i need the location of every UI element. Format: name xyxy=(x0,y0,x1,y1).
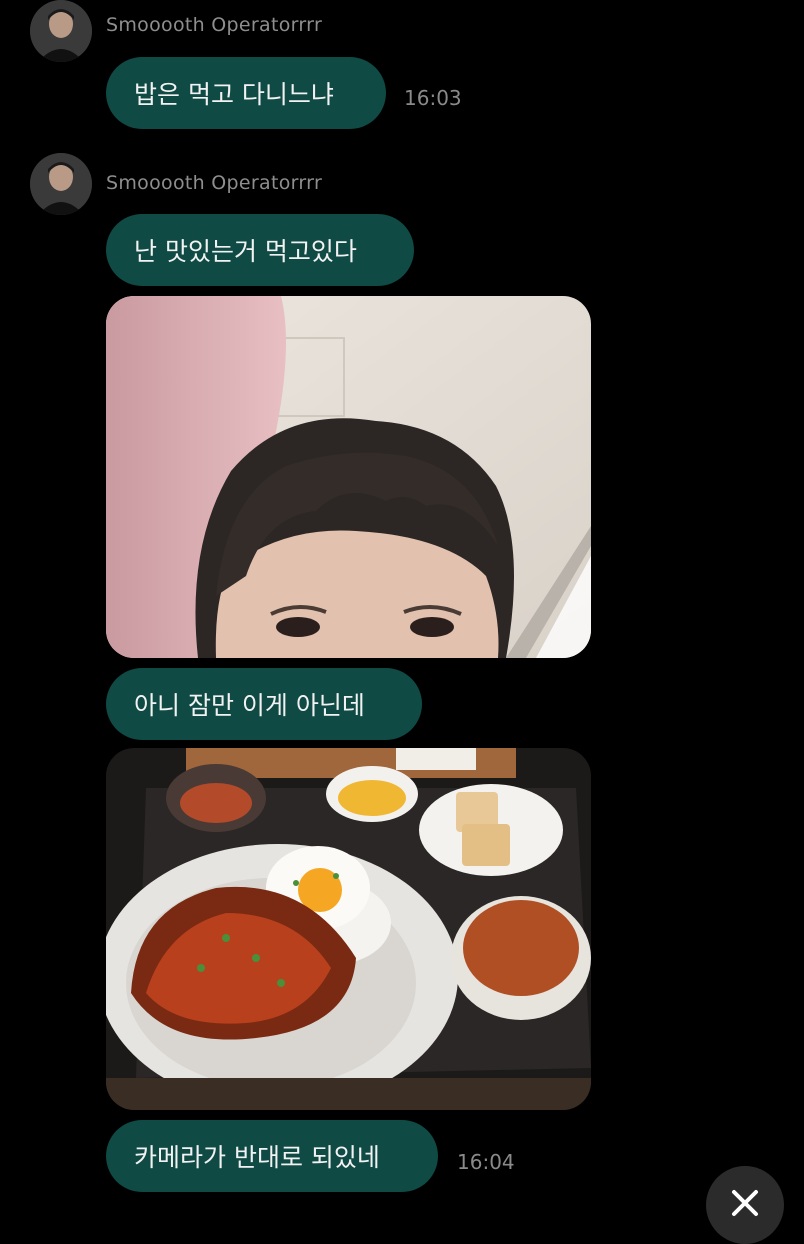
message-text: 난 맛있는거 먹고있다 xyxy=(134,237,357,266)
message-timestamp: 16:04 xyxy=(457,1150,515,1174)
message-bubble[interactable]: 난 맛있는거 먹고있다 xyxy=(106,214,414,286)
sender-name: Smooooth Operatorrrr xyxy=(106,172,323,194)
message-bubble[interactable]: 밥은 먹고 다니느냐 xyxy=(106,57,386,129)
message-text: 카메라가 반대로 되있네 xyxy=(134,1143,380,1172)
selfie-photo[interactable] xyxy=(106,296,591,658)
avatar[interactable] xyxy=(30,0,92,62)
avatar[interactable] xyxy=(30,153,92,215)
message-text: 밥은 먹고 다니느냐 xyxy=(134,80,334,109)
meal-photo[interactable] xyxy=(106,748,591,1110)
sender-name: Smooooth Operatorrrr xyxy=(106,14,323,36)
close-button[interactable] xyxy=(706,1166,784,1244)
close-icon xyxy=(732,1190,758,1216)
message-bubble[interactable]: 카메라가 반대로 되있네 xyxy=(106,1120,438,1192)
message-text: 아니 잠만 이게 아닌데 xyxy=(134,691,365,720)
message-bubble[interactable]: 아니 잠만 이게 아닌데 xyxy=(106,668,422,740)
message-timestamp: 16:03 xyxy=(404,86,462,110)
